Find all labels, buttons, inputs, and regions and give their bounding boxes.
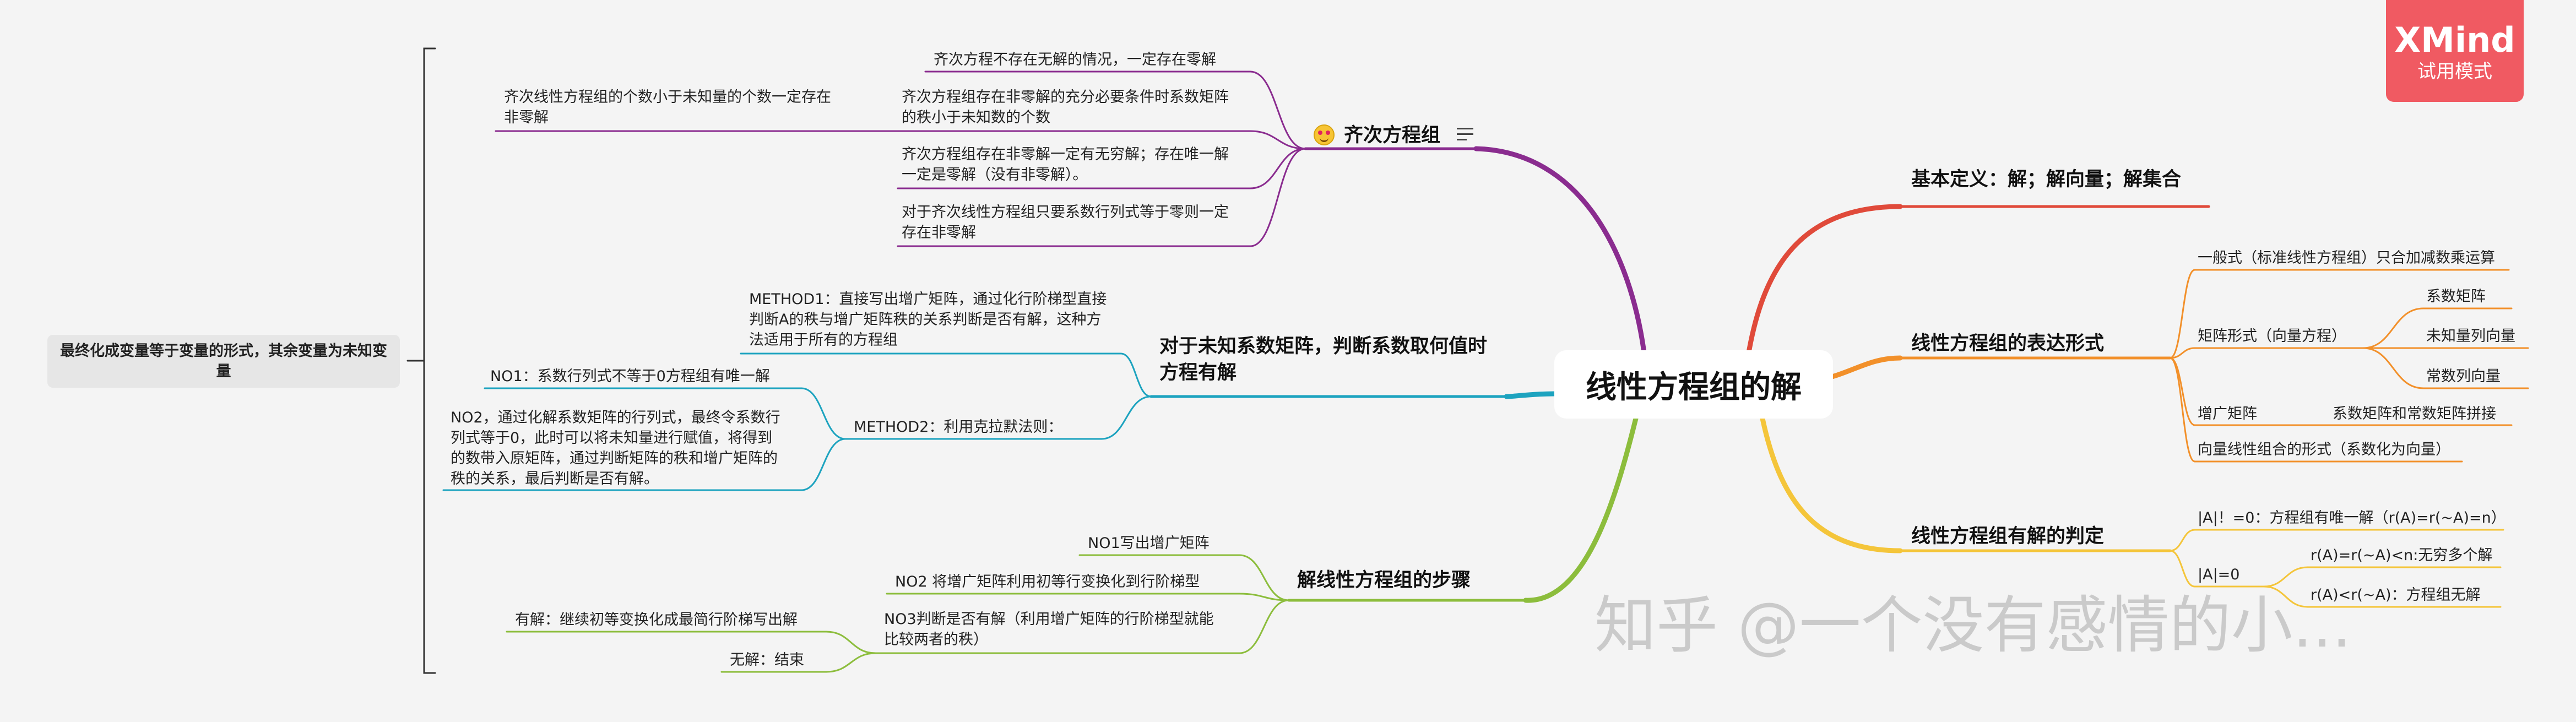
link-det-nonzero xyxy=(2169,529,2196,552)
link-no2 xyxy=(800,438,847,491)
link-no xyxy=(825,652,877,673)
topic-homogeneous[interactable]: 齐次方程组 xyxy=(1344,122,1440,149)
zhihu-watermark: 知乎 @一个没有感情的小... xyxy=(1595,590,2352,661)
smiling-face-icon xyxy=(1314,124,1335,145)
leaf-method1[interactable]: METHOD1：直接写出增广矩阵，通过化行阶梯型直接判断A的秩与增广矩阵秩的关系… xyxy=(749,289,1113,350)
branch-line-steps xyxy=(1523,416,1639,603)
link-homog-3 xyxy=(1249,148,1306,189)
link-method2 xyxy=(1100,395,1152,440)
summary-bracket xyxy=(423,47,436,674)
xmind-logo-text: XMind xyxy=(2394,20,2515,60)
leaf-no1-cramer[interactable]: NO1：系数行列式不等于0方程组有唯一解 xyxy=(490,366,770,387)
leaf-homog-3[interactable]: 齐次方程组存在非零解一定有无穷解；存在唯一解一定是零解（没有非零解）。 xyxy=(902,144,1232,185)
leaf-no-solution-end[interactable]: 无解：结束 xyxy=(730,650,804,670)
summary-note[interactable]: 最终化成变量等于变量的形式，其余变量为未知变量 xyxy=(47,335,400,388)
link-step2 xyxy=(1238,593,1290,601)
root-topic[interactable]: 线性方程组的解 xyxy=(1554,350,1833,419)
topic-solvability[interactable]: 线性方程组有解的判定 xyxy=(1911,523,2104,550)
branch-line-basic xyxy=(1746,204,1903,355)
trial-mode-label: 试用模式 xyxy=(2417,61,2492,83)
subtopic-vector-combination[interactable]: 向量线性组合的形式（系数化为向量） xyxy=(2198,439,2450,460)
subtopic-general-form[interactable]: 一般式（标准线性方程组）只合加减数乘运算 xyxy=(2198,248,2495,268)
link-matrix xyxy=(2169,347,2196,359)
leaf-coefficient-matrix[interactable]: 系数矩阵 xyxy=(2426,286,2486,307)
mind-map-canvas: 线性方程组的解 基本定义：解；解向量；解集合 线性方程组的表达形式 一般式（标准… xyxy=(0,0,2576,722)
branch-line-homogeneous xyxy=(1473,146,1647,355)
leaf-constant-column-vector[interactable]: 常数列向量 xyxy=(2426,366,2501,387)
link-no1 xyxy=(800,387,847,440)
topic-unknown-coefficients[interactable]: 对于未知系数矩阵，判断系数取何值时方程有解 xyxy=(1159,333,1501,386)
leaf-homog-1[interactable]: 齐次方程不存在无解的情况，一定存在零解 xyxy=(934,50,1216,70)
subtopic-det-nonzero[interactable]: |A|！=0：方程组有唯一解（r(A)=r(~A)=n） xyxy=(2198,508,2506,528)
leaf-unknown-column-vector[interactable]: 未知量列向量 xyxy=(2426,326,2515,346)
leaf-homog-4[interactable]: 对于齐次线性方程组只要系数行列式等于零则一定存在非零解 xyxy=(902,202,1232,243)
link-method1 xyxy=(1120,352,1152,398)
leaf-step-no2[interactable]: NO2 将增广矩阵利用初等行变换化到行阶梯型 xyxy=(895,572,1200,592)
topic-basic-definition[interactable]: 基本定义：解；解向量；解集合 xyxy=(1911,166,2181,193)
link-yes xyxy=(825,631,877,654)
notes-icon[interactable] xyxy=(1457,128,1473,142)
leaf-has-solution[interactable]: 有解：继续初等变换化成最简行阶梯写出解 xyxy=(515,610,798,630)
leaf-infinite-solutions[interactable]: r(A)=r(~A)<n:无穷多个解 xyxy=(2311,545,2492,566)
link-coef xyxy=(2362,307,2425,349)
link-const-vec xyxy=(2362,347,2425,389)
link-homog-4 xyxy=(1249,148,1306,247)
leaf-no2-cramer[interactable]: NO2，通过化解系数矩阵的行列式，最终令系数行列式等于0，此时可以将未知量进行赋… xyxy=(451,408,787,489)
link-general xyxy=(2169,269,2196,359)
subtopic-matrix-form[interactable]: 矩阵形式（向量方程） xyxy=(2198,326,2346,346)
branch-line-unknown xyxy=(1504,391,1557,399)
xmind-trial-badge[interactable]: XMind 试用模式 xyxy=(2386,0,2524,102)
leaf-homog-sub[interactable]: 齐次线性方程组的个数小于未知量的个数一定存在非零解 xyxy=(504,87,834,128)
leaf-homog-2[interactable]: 齐次方程组存在非零解的充分必要条件时系数矩阵的秩小于未知数的个数 xyxy=(902,87,1232,128)
link-homog-1 xyxy=(1249,70,1306,150)
leaf-augmented-desc[interactable]: 系数矩阵和常数矩阵拼接 xyxy=(2333,404,2496,424)
subtopic-step-no3[interactable]: NO3判断是否有解（利用增广矩阵的行阶梯型就能比较两者的秩） xyxy=(884,609,1225,650)
topic-expression-forms[interactable]: 线性方程组的表达形式 xyxy=(1911,330,2104,357)
topic-solving-steps[interactable]: 解线性方程组的步骤 xyxy=(1297,567,1471,594)
subtopic-augmented-matrix[interactable]: 增广矩阵 xyxy=(2198,404,2257,424)
branch-line-judge xyxy=(1760,416,1903,553)
leaf-step-no1[interactable]: NO1写出增广矩阵 xyxy=(1088,533,1210,553)
subtopic-method2[interactable]: METHOD2：利用克拉默法则： xyxy=(854,417,1062,437)
link-step3 xyxy=(1238,599,1290,654)
link-vector xyxy=(2169,357,2196,463)
